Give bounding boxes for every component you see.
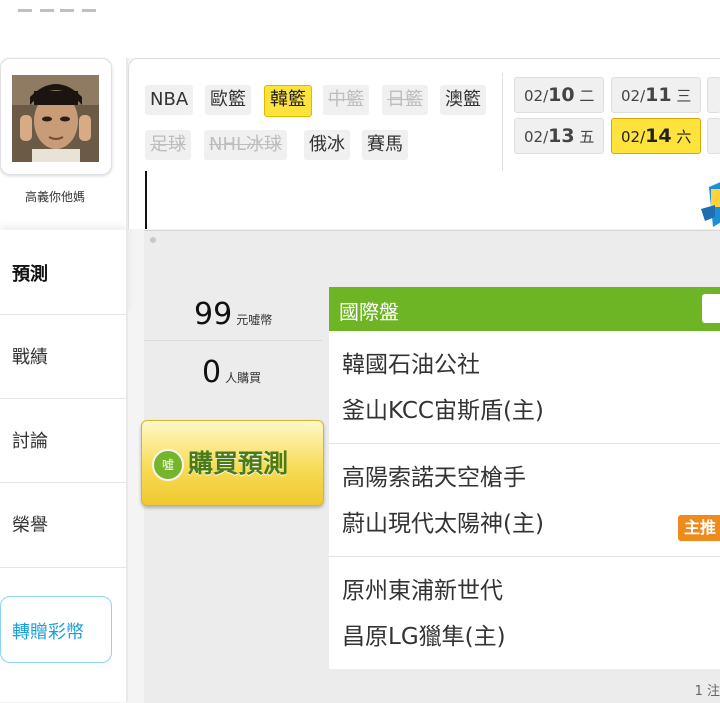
date-tab[interactable]: 02/10 二 bbox=[514, 77, 605, 113]
nav-item-discussion[interactable]: 討論 bbox=[0, 398, 128, 483]
league-tab-russia-hockey[interactable]: 俄冰 bbox=[304, 130, 350, 160]
date-tab-partial[interactable] bbox=[707, 118, 720, 154]
status-dash bbox=[40, 9, 54, 12]
away-team: 原州東浦新世代 bbox=[342, 578, 503, 604]
home-team: 釜山KCC宙斯盾(主) bbox=[342, 398, 544, 424]
left-sidebar: 高義你他媽 預測 戰績 討論 榮譽 轉贈彩幣 bbox=[0, 58, 128, 702]
status-dash bbox=[18, 9, 32, 12]
games-header-title: 國際盤 bbox=[339, 300, 399, 324]
buy-prediction-button[interactable]: 噓 購買預測 bbox=[141, 420, 324, 506]
league-tab-australia-basketball[interactable]: 澳籃 bbox=[440, 85, 486, 115]
buyers-value: 0 bbox=[202, 355, 222, 390]
avatar bbox=[12, 75, 99, 162]
date-weekday: 三 bbox=[676, 87, 692, 105]
league-tab-korea-basketball[interactable]: 韓籃 bbox=[264, 85, 312, 117]
ribbon-icon bbox=[701, 182, 720, 227]
transfer-coins-label: 轉贈彩幣 bbox=[12, 622, 84, 643]
league-tab-japan-basketball: 日籃 bbox=[382, 85, 428, 115]
date-weekday: 六 bbox=[676, 128, 692, 146]
filter-panel: NBA 歐籃 韓籃 中籃 日籃 澳籃 足球 NHL冰球 俄冰 賽馬 02/10 … bbox=[128, 58, 720, 229]
game-row[interactable]: 原州東浦新世代 昌原LG獵隼(主) bbox=[329, 557, 720, 669]
buy-prediction-label: 購買預測 bbox=[188, 449, 289, 478]
away-team: 韓國石油公社 bbox=[342, 352, 480, 378]
featured-badge: 主推 bbox=[677, 515, 720, 541]
buyers-stat: 0 人購買 bbox=[202, 355, 261, 390]
footer-note: 1 注 bbox=[694, 684, 720, 699]
games-list: 國際盤 韓國石油公社 釜山KCC宙斯盾(主) 高陽索諾天空槍手 蔚山現代太陽神(… bbox=[329, 287, 720, 669]
buyers-unit: 人購買 bbox=[225, 371, 262, 385]
status-strip bbox=[0, 0, 720, 14]
nav-item-record[interactable]: 戰績 bbox=[0, 314, 128, 399]
league-tab-nhl: NHL冰球 bbox=[204, 130, 288, 160]
header-spacer bbox=[0, 14, 720, 58]
username: 高義你他媽 bbox=[24, 190, 85, 204]
date-month: 02/ bbox=[524, 87, 549, 105]
date-weekday: 五 bbox=[579, 128, 595, 146]
league-tab-nba[interactable]: NBA bbox=[145, 85, 194, 115]
league-tab-horse-racing[interactable]: 賽馬 bbox=[362, 130, 408, 160]
date-month: 02/ bbox=[621, 128, 646, 146]
league-tab-euro-basketball[interactable]: 歐籃 bbox=[205, 85, 251, 115]
nav-item-prediction[interactable]: 預測 bbox=[0, 230, 128, 314]
status-dash bbox=[82, 9, 96, 12]
status-dash bbox=[60, 9, 74, 12]
date-tab[interactable]: 02/13 五 bbox=[514, 118, 605, 154]
league-tab-china-basketball: 中籃 bbox=[323, 85, 369, 115]
date-day: 13 bbox=[548, 125, 575, 147]
date-month: 02/ bbox=[621, 87, 646, 105]
date-tab-partial[interactable] bbox=[707, 77, 720, 113]
price-unit: 元噓幣 bbox=[236, 313, 273, 327]
coin-icon: 噓 bbox=[152, 449, 184, 481]
pin-dot bbox=[150, 237, 156, 243]
league-tab-soccer: 足球 bbox=[145, 130, 191, 160]
date-day: 11 bbox=[645, 84, 672, 106]
nav-item-label: 榮譽 bbox=[12, 515, 48, 536]
prediction-stats: 99 元噓幣 0 人購買 bbox=[144, 287, 322, 392]
date-tab[interactable]: 02/11 三 bbox=[611, 77, 702, 113]
nav-item-label: 預測 bbox=[12, 264, 48, 285]
header-action-button[interactable] bbox=[702, 294, 720, 323]
away-team: 高陽索諾天空槍手 bbox=[342, 465, 526, 491]
stats-divider bbox=[144, 340, 322, 341]
home-team: 昌原LG獵隼(主) bbox=[342, 624, 506, 650]
date-tab-selected[interactable]: 02/14 六 bbox=[611, 118, 702, 154]
date-weekday: 二 bbox=[579, 87, 595, 105]
date-day: 14 bbox=[645, 125, 672, 147]
game-row[interactable]: 韓國石油公社 釜山KCC宙斯盾(主) bbox=[329, 331, 720, 444]
price-stat: 99 元噓幣 bbox=[194, 297, 272, 332]
prediction-content: 99 元噓幣 0 人購買 噓 購買預測 國際盤 韓國石油公社 釜山KCC宙斯盾(主)… bbox=[141, 230, 720, 703]
nav-item-label: 戰績 bbox=[12, 347, 48, 368]
home-team: 蔚山現代太陽神(主) bbox=[342, 511, 544, 537]
promo-banner bbox=[145, 171, 720, 229]
date-month: 02/ bbox=[524, 128, 549, 146]
profile-card[interactable] bbox=[0, 58, 112, 175]
price-value: 99 bbox=[194, 297, 233, 332]
nav-item-label: 討論 bbox=[12, 431, 48, 452]
transfer-coins-button[interactable]: 轉贈彩幣 bbox=[0, 596, 112, 663]
date-day: 10 bbox=[548, 84, 575, 106]
games-header: 國際盤 bbox=[329, 287, 720, 331]
nav-item-honor[interactable]: 榮譽 bbox=[0, 482, 128, 568]
game-row[interactable]: 高陽索諾天空槍手 蔚山現代太陽神(主) 主推 bbox=[329, 444, 720, 557]
filter-divider bbox=[502, 73, 503, 173]
main-panel: NBA 歐籃 韓籃 中籃 日籃 澳籃 足球 NHL冰球 俄冰 賽馬 02/10 … bbox=[128, 58, 720, 703]
